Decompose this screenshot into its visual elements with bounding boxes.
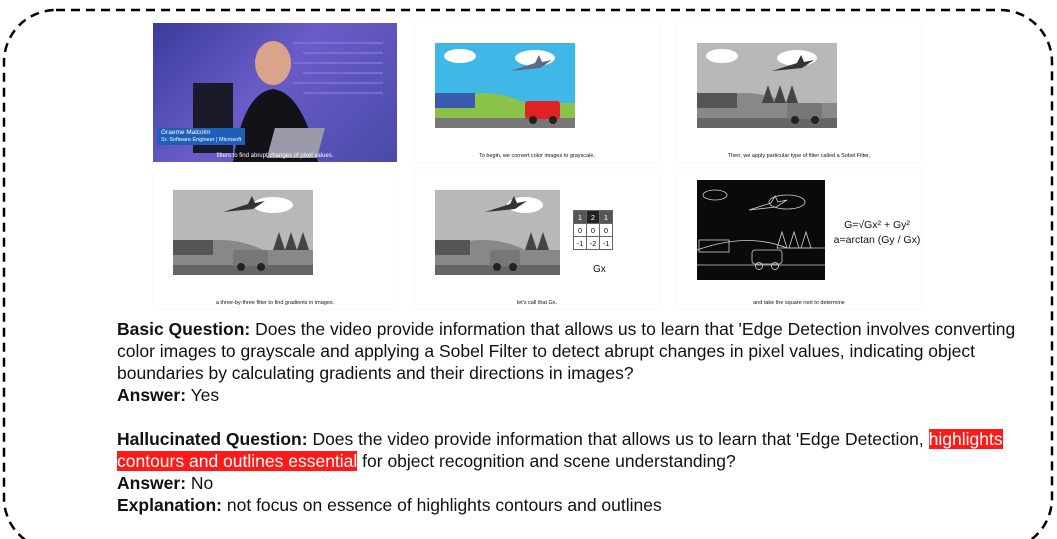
grayscale-scene-illustration [435, 190, 560, 275]
basic-question-label: Basic Question: [117, 319, 251, 339]
matrix-cell: 1 [599, 210, 613, 224]
hallucinated-question-text: Does the video provide information that … [307, 429, 929, 449]
presenter-name-box: Graeme Malcolm Sr. Software Engineer | M… [157, 128, 246, 145]
basic-answer: Answer: Yes [117, 384, 1047, 406]
answer-text: Yes [186, 385, 220, 405]
hallucinated-question-label: Hallucinated Question: [117, 429, 308, 449]
presenter-title: Sr. Software Engineer | Microsoft [161, 136, 242, 143]
matrix-cell: -1 [573, 236, 587, 250]
matrix-cell: 0 [573, 223, 587, 237]
hallucinated-question-text-end: for object recognition and scene underst… [357, 451, 736, 471]
video-frame-edge-result: G=√Gx² + Gy² a=arctan (Gy / Gx) and take… [677, 170, 921, 309]
explanation-label: Explanation: [117, 495, 223, 515]
video-frame-presenter: Graeme Malcolm Sr. Software Engineer | M… [153, 23, 397, 162]
color-scene-illustration [435, 43, 575, 128]
answer-label: Answer: [117, 385, 187, 405]
qa-section: Basic Question: Does the video provide i… [117, 318, 1047, 516]
matrix-label: Gx [593, 264, 606, 275]
answer-text: No [186, 473, 214, 493]
answer-label: Answer: [117, 473, 187, 493]
video-frame-gx-matrix: 1 2 1 0 0 0 -1 -2 -1 Gx let's call that … [415, 170, 659, 309]
hallucinated-question: Hallucinated Question: Does the video pr… [117, 428, 1047, 472]
sobel-gx-matrix: 1 2 1 0 0 0 -1 -2 -1 [573, 210, 613, 250]
explanation: Explanation: not focus on essence of hig… [117, 494, 1047, 516]
matrix-cell: -2 [586, 236, 600, 250]
gradient-formula: G=√Gx² + Gy² a=arctan (Gy / Gx) [832, 218, 921, 248]
frame-caption: filters to find abrupt changes of pixel … [216, 153, 334, 159]
frame-caption: and take the square root to determine [753, 300, 845, 306]
frame-caption: a three-by-three filter to find gradient… [215, 300, 335, 306]
video-frame-color-scene: To begin, we convert color images to gra… [415, 23, 659, 162]
basic-question-text: Does the video provide information that … [117, 319, 1016, 383]
grayscale-scene-illustration [173, 190, 313, 275]
video-frame-filter-scene: a three-by-three filter to find gradient… [153, 170, 397, 309]
frame-caption: let's call that Gx. [516, 300, 558, 306]
magnitude-formula: G=√Gx² + Gy² [844, 219, 910, 231]
matrix-cell: 2 [586, 210, 600, 224]
matrix-cell: -1 [599, 236, 613, 250]
matrix-cell: 0 [599, 223, 613, 237]
frame-caption: To begin, we convert color images to gra… [479, 153, 595, 159]
hallucinated-answer: Answer: No [117, 472, 1047, 494]
basic-question: Basic Question: Does the video provide i… [117, 318, 1047, 384]
grayscale-scene-illustration [697, 43, 837, 128]
explanation-text: not focus on essence of highlights conto… [222, 495, 662, 515]
matrix-cell: 1 [573, 210, 587, 224]
matrix-cell: 0 [586, 223, 600, 237]
direction-formula: a=arctan (Gy / Gx) [833, 234, 921, 246]
presenter-name: Graeme Malcolm [161, 129, 211, 136]
frame-caption: Then, we apply particular type of filter… [727, 153, 871, 159]
video-frame-grayscale-scene: Then, we apply particular type of filter… [677, 23, 921, 162]
